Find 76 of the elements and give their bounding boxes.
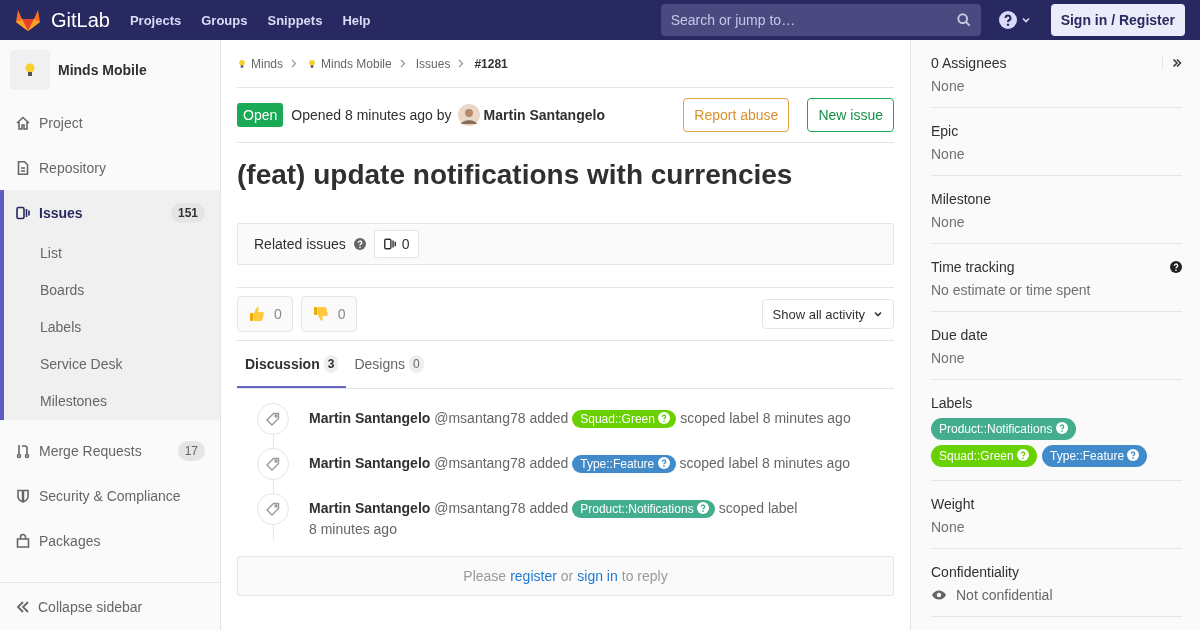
author-link[interactable]: Martin Santangelo (309, 455, 431, 471)
sidebar-item[interactable]: Merge Requests 17 (0, 428, 220, 473)
count-badge: 3 (323, 354, 339, 373)
section-value: None (931, 146, 966, 162)
section-value: None (931, 78, 966, 94)
sidebar-subitem[interactable]: List (4, 235, 220, 272)
sidebar-subitem[interactable]: Service Desk (4, 346, 220, 383)
username-text: @msantang78 (434, 500, 526, 516)
count-badge: 151 (170, 202, 205, 223)
register-link[interactable]: register (510, 568, 557, 584)
count-badge: 0 (409, 354, 424, 373)
reply-text: or (560, 568, 574, 584)
issue-title: (feat) update notifications with currencies (237, 159, 794, 191)
section-title: Weight (931, 496, 975, 512)
scoped-label[interactable]: Type::Feature (1042, 445, 1148, 467)
sign-in-button[interactable]: Sign in / Register (1050, 4, 1185, 36)
section-value: No estimate or time spent (931, 282, 1092, 298)
author-link[interactable]: Martin Santangelo (309, 410, 431, 426)
breadcrumb-link[interactable]: #1281 (474, 56, 508, 71)
section-title: Epic (931, 123, 959, 139)
timestamp: 8 minutes ago (762, 455, 850, 471)
action-text: scoped label (679, 455, 759, 471)
breadcrumb-link[interactable]: Minds (251, 56, 283, 71)
action-text: scoped label (718, 500, 798, 516)
timestamp: 8 minutes ago (762, 410, 851, 426)
sidebar-item[interactable]: Project (0, 100, 220, 145)
section-title: Milestone (931, 191, 991, 207)
author-link[interactable]: Martin Santangelo (309, 500, 431, 516)
reply-text: to reply (621, 568, 668, 584)
breadcrumb-link[interactable]: Minds Mobile (321, 56, 392, 71)
scoped-label[interactable]: Type::Feature (572, 455, 676, 473)
issue-count-badge: 0 (373, 230, 419, 258)
breadcrumb-link[interactable]: Issues (415, 56, 451, 71)
thumbs-up-button[interactable]: 0 (237, 296, 293, 332)
nav-link[interactable]: Help (342, 12, 371, 28)
sidebar-item[interactable]: Packages (0, 518, 220, 563)
project-name[interactable]: Minds Mobile (58, 62, 147, 78)
section-title: Time tracking (931, 259, 1015, 275)
tab[interactable]: Discussion 3 (237, 341, 347, 388)
section-title: Due date (931, 327, 988, 343)
author-link[interactable]: Martin Santangelo (483, 107, 605, 123)
section-title: Labels (931, 395, 973, 411)
section-value: None (931, 214, 966, 230)
search-field[interactable]: Search or jump to… (660, 4, 981, 36)
section-value: Not confidential (956, 587, 1053, 603)
action-text: added (529, 410, 569, 426)
nav-link[interactable]: Projects (129, 12, 182, 28)
section-title: Confidentiality (931, 564, 1019, 580)
section-value: None (931, 350, 966, 366)
reply-text: Please (463, 568, 507, 584)
sidebar-item[interactable]: Issues 151 (4, 190, 220, 235)
related-issues-label: Related issues (254, 236, 346, 252)
action-text: added (529, 500, 569, 516)
action-text: scoped label (680, 410, 759, 426)
nav-link[interactable]: Groups (201, 12, 248, 28)
logo-wordmark[interactable]: GitLab (51, 8, 110, 32)
sidebar-item[interactable]: Security & Compliance (0, 473, 220, 518)
new-issue-button[interactable]: New issue (807, 98, 894, 132)
sidebar-item[interactable]: Repository (0, 145, 220, 190)
action-text: added (529, 455, 569, 471)
username-text: @msantang78 (434, 455, 526, 471)
sidebar-subitem[interactable]: Milestones (4, 383, 220, 420)
nav-link[interactable]: Snippets (267, 12, 323, 28)
timestamp: 8 minutes ago (309, 521, 397, 537)
section-title: 0 Assignees (931, 55, 1007, 71)
username-text: @msantang78 (434, 410, 526, 426)
status-badge: Open (237, 103, 284, 127)
thumbs-down-button[interactable]: 0 (300, 296, 357, 332)
opened-text: Opened 8 minutes ago by (291, 107, 452, 123)
tab[interactable]: Designs 0 (346, 341, 432, 388)
sidebar-subitem[interactable]: Labels (4, 309, 220, 346)
activity-filter-dropdown[interactable]: Show all activity (761, 299, 894, 329)
sign-in-link[interactable]: sign in (577, 568, 618, 584)
count-badge: 17 (177, 440, 205, 461)
section-value: None (931, 519, 966, 535)
sidebar-subitem[interactable]: Boards (4, 272, 220, 309)
